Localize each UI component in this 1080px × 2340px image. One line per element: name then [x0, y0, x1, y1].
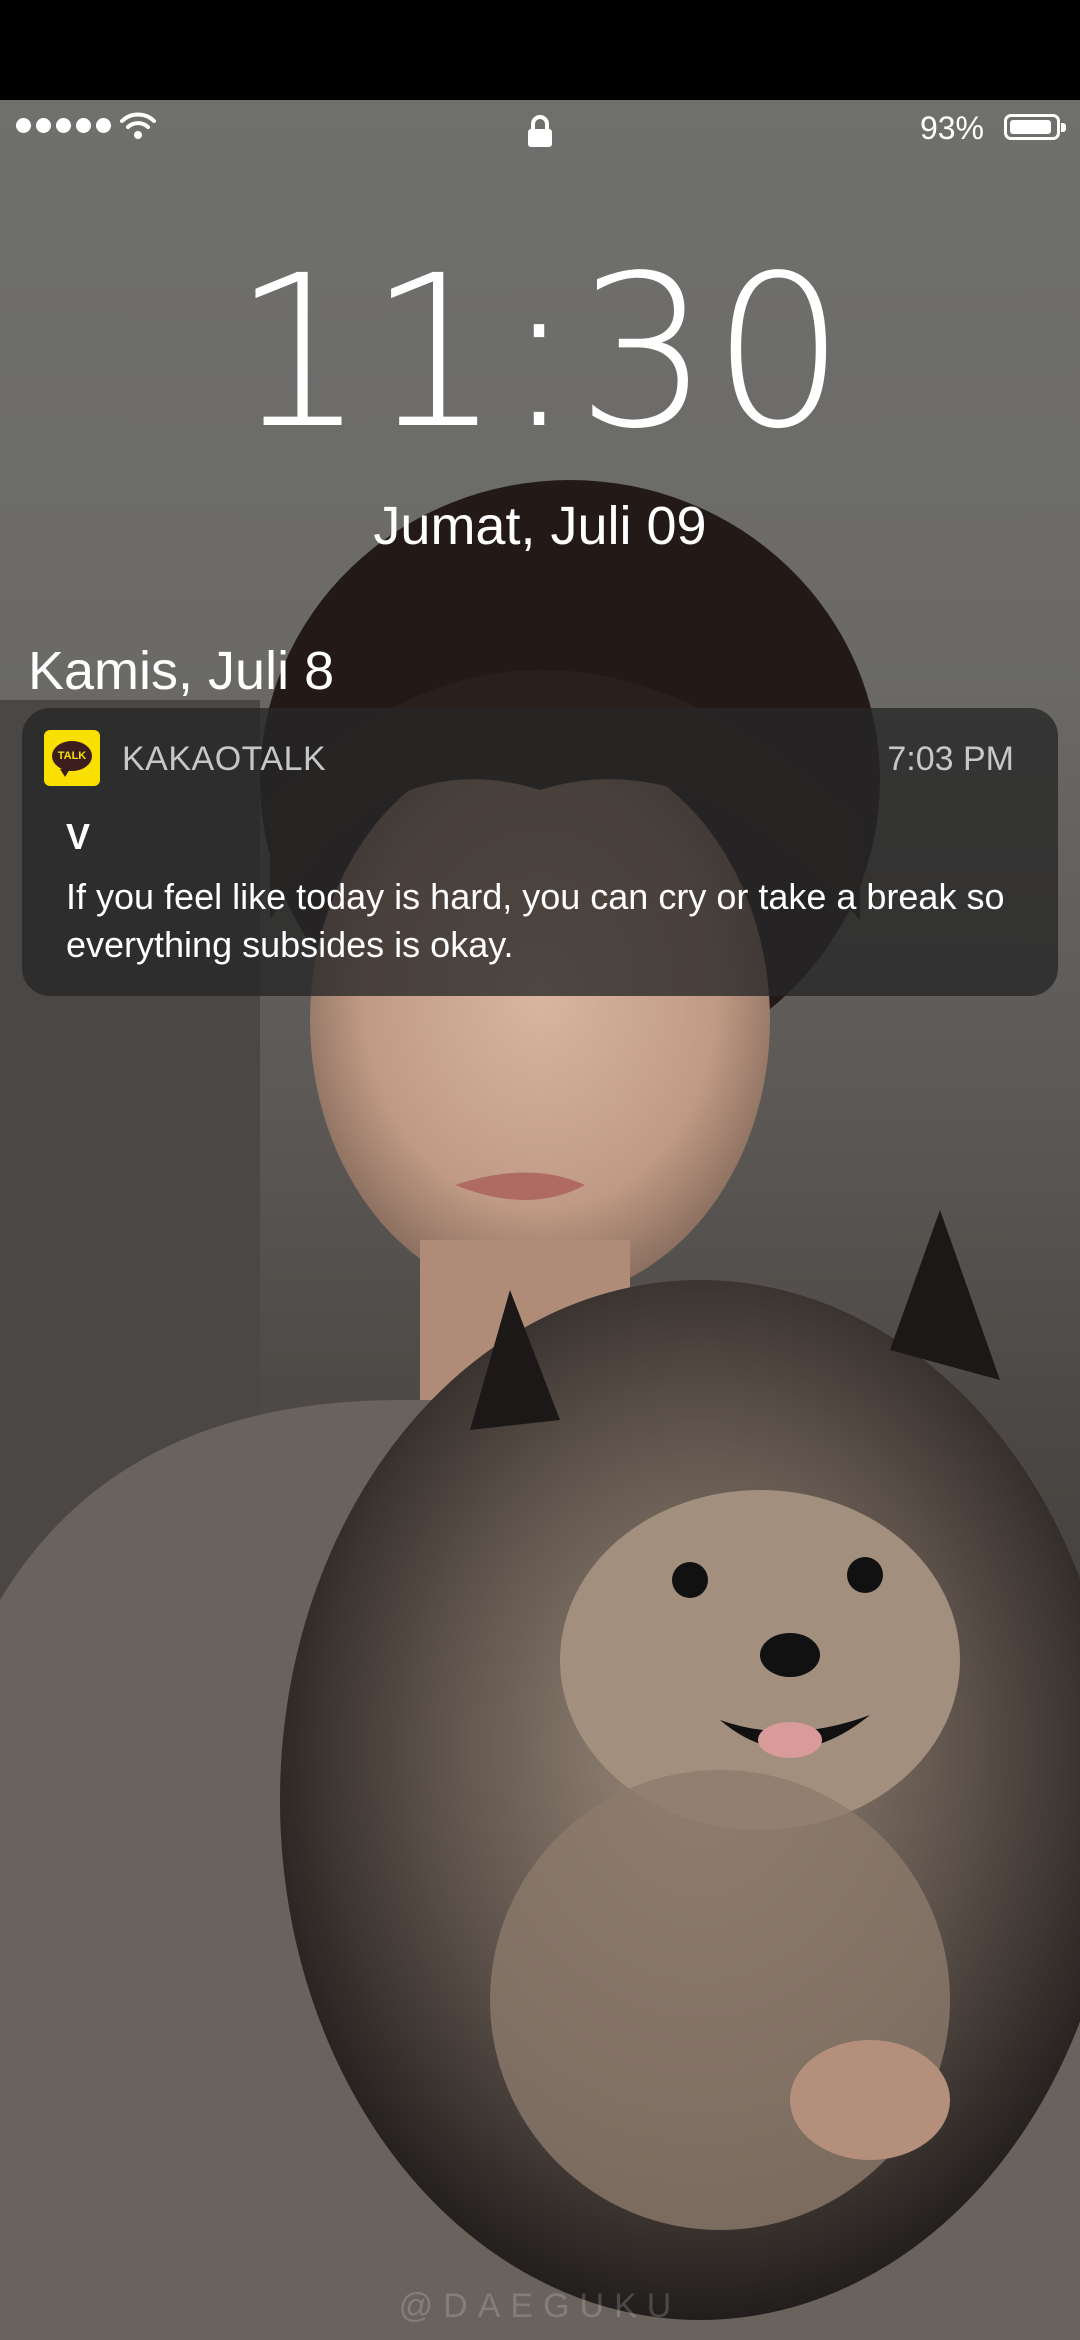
notification-message: If you feel like today is hard, you can … [66, 876, 1005, 965]
kakaotalk-app-icon: TALK [44, 730, 100, 786]
lock-icon [528, 115, 552, 147]
notification-group-date: Kamis, Juli 8 [28, 641, 335, 701]
top-black-bar [0, 0, 1080, 100]
notification-time: 7:03 PM [887, 740, 1014, 778]
battery-icon [1004, 114, 1066, 140]
wifi-icon [120, 112, 156, 139]
notification-app-name: KAKAOTALK [122, 740, 327, 778]
watermark: @DAEGUKU [398, 2287, 682, 2325]
cellular-signal-icon [16, 118, 111, 133]
notification-sender: V [66, 816, 91, 857]
notification-card[interactable]: TALK KAKAOTALK 7:03 PM V If you feel lik… [22, 708, 1058, 996]
status-bar: 93% [0, 100, 1080, 160]
battery-percentage: 93% [919, 110, 984, 146]
lock-clock: 11:30 [232, 230, 848, 475]
app-icon-label: TALK [57, 750, 87, 762]
lock-screen: 93% 11:30 Jumat, Juli 09 Kamis, Juli 8 T… [0, 100, 1080, 2340]
lock-date: Jumat, Juli 09 [373, 496, 707, 556]
